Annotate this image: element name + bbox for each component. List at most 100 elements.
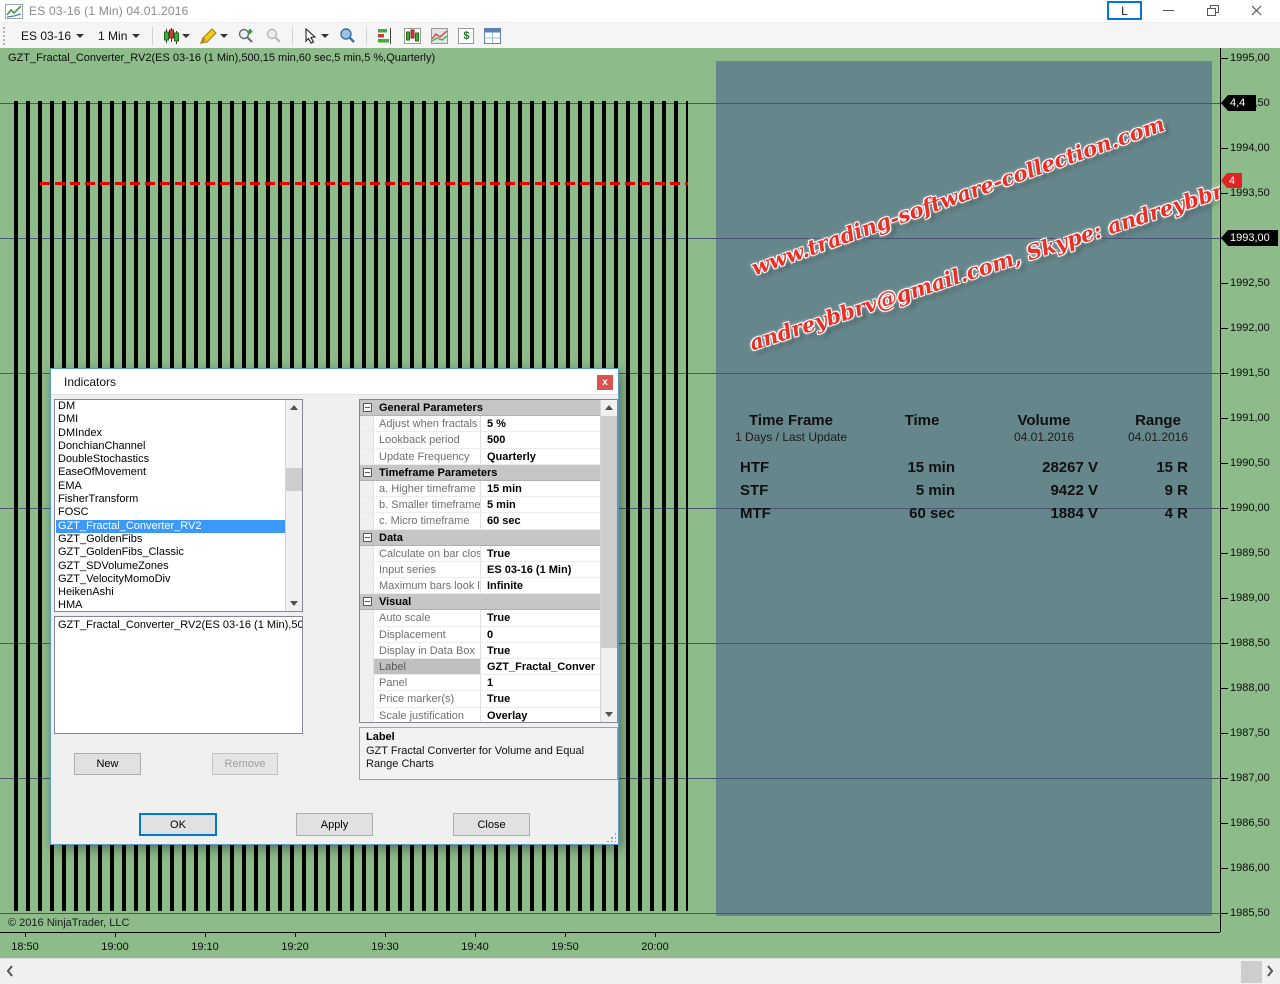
property-value[interactable]: Infinite <box>480 578 601 593</box>
link-button[interactable]: L <box>1107 1 1142 20</box>
property-grid-row[interactable]: Displacement 0 <box>360 627 601 643</box>
indicator-list-item[interactable]: GZT_VelocityMomoDiv <box>56 573 285 586</box>
new-button[interactable]: New <box>74 753 141 775</box>
property-grid-row[interactable]: Label GZT_Fractal_Conver <box>360 659 601 675</box>
property-grid-row[interactable]: Update Frequency Quarterly <box>360 449 601 465</box>
property-grid-row[interactable]: Price marker(s) True <box>360 691 601 707</box>
period-selector[interactable]: 1 Min <box>91 27 147 45</box>
property-grid-row[interactable]: b. Smaller timeframe 5 min <box>360 497 601 513</box>
collapse-icon[interactable] <box>363 533 372 542</box>
panel-properties-button[interactable] <box>479 26 506 46</box>
property-value[interactable]: Quarterly <box>480 449 601 464</box>
resize-grip[interactable] <box>606 832 616 842</box>
indicator-list-item[interactable]: HeikenAshi <box>56 586 285 599</box>
close-button[interactable] <box>1239 1 1274 20</box>
close-dialog-button[interactable]: Close <box>453 813 530 836</box>
property-grid-row[interactable]: General Parameters <box>360 400 601 416</box>
property-value[interactable]: True <box>480 691 601 706</box>
property-value[interactable]: 500 <box>480 432 601 447</box>
cursor-mode-button[interactable] <box>298 26 334 46</box>
property-grid-row[interactable]: Auto scale True <box>360 610 601 626</box>
chart-overlay-button[interactable] <box>426 26 453 46</box>
grid-scrollbar[interactable] <box>600 400 617 722</box>
restore-button[interactable] <box>1195 1 1230 20</box>
indicator-list-item[interactable]: GZT_GoldenFibs <box>56 533 285 546</box>
property-grid-row[interactable]: Scale justification Overlay <box>360 708 601 723</box>
property-grid-row[interactable]: Data <box>360 530 601 546</box>
property-value[interactable]: 1 <box>480 675 601 690</box>
property-value[interactable]: 60 sec <box>480 513 601 528</box>
property-grid-row[interactable]: a. Higher timeframe 15 min <box>360 481 601 497</box>
market-analyzer-button[interactable] <box>372 26 399 46</box>
scrollbar-thumb[interactable] <box>1241 961 1262 983</box>
property-value[interactable]: Overlay <box>480 708 601 723</box>
scroll-right-icon[interactable] <box>1266 964 1274 978</box>
property-grid[interactable]: General Parameters Adjust when fractals … <box>359 399 618 723</box>
collapse-icon[interactable] <box>363 468 372 477</box>
property-value[interactable]: True <box>480 546 601 561</box>
scrollbar-thumb[interactable] <box>286 468 302 491</box>
indicator-list-item[interactable]: FOSC <box>56 506 285 519</box>
scroll-down-button[interactable] <box>286 596 302 611</box>
indicator-list-item[interactable]: EMA <box>56 480 285 493</box>
price-axis[interactable]: 1995,00 1994,50 1994,00 1993,50 <box>1220 48 1280 932</box>
scroll-up-button[interactable] <box>601 400 617 415</box>
horizontal-scrollbar[interactable] <box>0 958 1280 984</box>
property-grid-row[interactable]: Input series ES 03-16 (1 Min) <box>360 562 601 578</box>
dialog-close-button[interactable]: x <box>597 375 613 390</box>
dialog-titlebar[interactable]: Indicators x <box>51 369 618 395</box>
minimize-button[interactable] <box>1151 1 1186 20</box>
property-value[interactable]: 0 <box>480 627 601 642</box>
list-scrollbar[interactable] <box>285 400 302 611</box>
indicator-list-item[interactable]: DMI <box>56 413 285 426</box>
property-grid-row[interactable]: c. Micro timeframe 60 sec <box>360 513 601 529</box>
scroll-up-button[interactable] <box>286 400 302 415</box>
property-value[interactable]: 5 min <box>480 497 601 512</box>
indicator-list-item[interactable]: DonchianChannel <box>56 440 285 453</box>
configured-indicators-box[interactable]: GZT_Fractal_Converter_RV2(ES 03-16 (1 Mi… <box>54 616 303 734</box>
indicator-list-item[interactable]: GZT_SDVolumeZones <box>56 560 285 573</box>
property-value[interactable]: 15 min <box>480 481 601 496</box>
account-data-button[interactable]: $ <box>453 26 479 46</box>
property-grid-row[interactable]: Display in Data Box True <box>360 643 601 659</box>
zoom-in-button[interactable] <box>233 25 260 46</box>
chart-trader-button[interactable] <box>399 26 426 46</box>
indicator-list-item[interactable]: DMIndex <box>56 427 285 440</box>
indicator-list-item[interactable]: GZT_Fractal_Converter_RV2 <box>56 520 285 533</box>
time-axis[interactable]: 18:50 19:00 19:10 19:20 <box>0 932 1280 958</box>
property-value[interactable]: GZT_Fractal_Conver <box>480 659 601 674</box>
property-grid-row[interactable]: Adjust when fractals 5 % <box>360 416 601 432</box>
property-grid-row[interactable]: Timeframe Parameters <box>360 465 601 481</box>
collapse-icon[interactable] <box>363 403 372 412</box>
table-subheader-cell <box>866 430 978 444</box>
ok-button[interactable]: OK <box>139 813 217 836</box>
indicator-listbox[interactable]: DMDMIDMIndexDonchianChannelDoubleStochas… <box>54 399 303 612</box>
property-value[interactable]: ES 03-16 (1 Min) <box>480 562 601 577</box>
indicator-list-item[interactable]: EaseOfMovement <box>56 466 285 479</box>
collapse-icon[interactable] <box>363 597 372 606</box>
instrument-selector[interactable]: ES 03-16 <box>14 27 91 45</box>
property-value[interactable]: 5 % <box>480 416 601 431</box>
zoom-out-button[interactable] <box>260 25 287 46</box>
scroll-left-icon[interactable] <box>6 964 14 978</box>
property-value[interactable]: True <box>480 610 601 625</box>
indicator-list-item[interactable]: DoubleStochastics <box>56 453 285 466</box>
indicator-list-item[interactable]: DM <box>56 400 285 413</box>
toolbar-grip[interactable] <box>3 27 7 45</box>
property-grid-row[interactable]: Maximum bars look l Infinite <box>360 578 601 594</box>
indicator-list-item[interactable]: HMA <box>56 599 285 612</box>
data-box-button[interactable] <box>334 25 361 46</box>
property-grid-row[interactable]: Visual <box>360 594 601 610</box>
property-value[interactable]: True <box>480 643 601 658</box>
row-gutter <box>360 562 374 577</box>
property-grid-row[interactable]: Lookback period 500 <box>360 432 601 448</box>
apply-button[interactable]: Apply <box>296 813 373 836</box>
property-grid-row[interactable]: Calculate on bar clos True <box>360 546 601 562</box>
property-grid-row[interactable]: Panel 1 <box>360 675 601 691</box>
indicator-list-item[interactable]: FisherTransform <box>56 493 285 506</box>
indicator-list-item[interactable]: GZT_GoldenFibs_Classic <box>56 546 285 559</box>
bar-type-button[interactable] <box>158 26 195 46</box>
scroll-down-button[interactable] <box>601 707 617 722</box>
scrollbar-thumb[interactable] <box>601 416 617 648</box>
drawing-tools-button[interactable] <box>195 26 233 46</box>
